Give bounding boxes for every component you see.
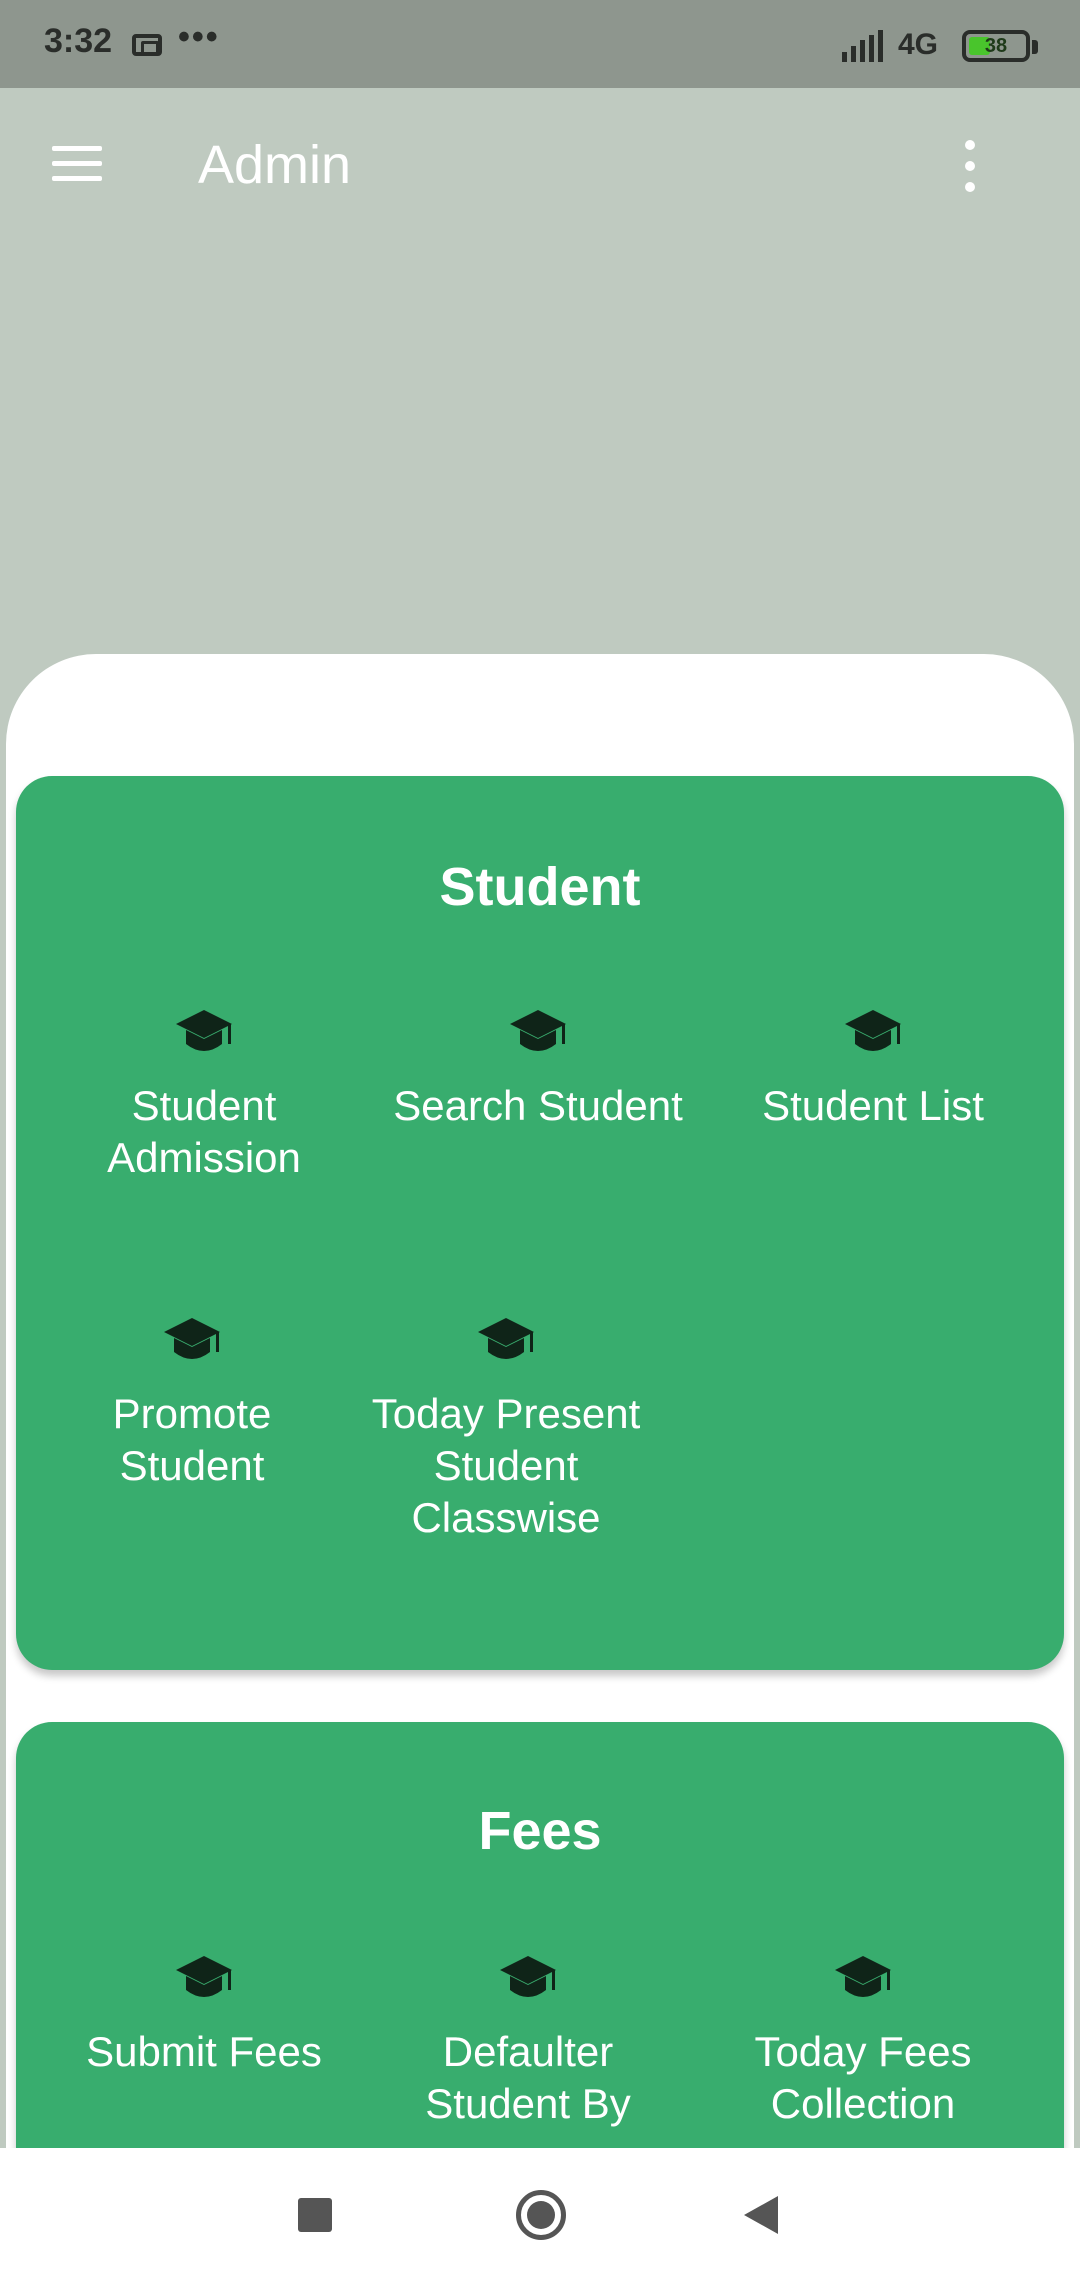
student-section-card: Student Student Admission Search Student… bbox=[16, 776, 1064, 1670]
hamburger-menu-icon[interactable] bbox=[52, 146, 102, 182]
item-label: Student List bbox=[762, 1082, 984, 1129]
item-label: Today Fees Collection bbox=[754, 2028, 972, 2127]
today-fees-collection-button[interactable]: Today Fees Collection bbox=[713, 1954, 1013, 2130]
signal-strength-icon bbox=[842, 30, 883, 62]
battery-percentage: 38 bbox=[984, 35, 1008, 57]
graduation-cap-icon bbox=[176, 1956, 232, 1997]
student-list-button[interactable]: Student List bbox=[713, 1008, 1033, 1132]
defaulter-student-button[interactable]: Defaulter Student By bbox=[378, 1954, 678, 2130]
battery-icon: 38 bbox=[962, 30, 1030, 62]
sim-card-icon bbox=[132, 34, 162, 56]
today-present-student-classwise-button[interactable]: Today Present Student Classwise bbox=[356, 1316, 656, 1544]
page-title: Admin bbox=[198, 135, 352, 195]
search-student-button[interactable]: Search Student bbox=[378, 1008, 698, 1132]
system-navigation-bar bbox=[0, 2148, 1080, 2280]
graduation-cap-icon bbox=[478, 1318, 534, 1359]
submit-fees-button[interactable]: Submit Fees bbox=[44, 1954, 364, 2078]
more-vertical-icon[interactable] bbox=[958, 140, 982, 192]
item-label: Submit Fees bbox=[86, 2028, 322, 2075]
item-label: Student Admission bbox=[107, 1082, 301, 1181]
recent-apps-icon[interactable] bbox=[280, 2180, 350, 2250]
app-bar: Admin bbox=[0, 88, 1080, 243]
battery-tip bbox=[1032, 40, 1038, 54]
item-label: Promote Student bbox=[112, 1390, 272, 1489]
graduation-cap-icon bbox=[164, 1318, 220, 1359]
item-label: Search Student bbox=[393, 1082, 683, 1129]
graduation-cap-icon bbox=[500, 1956, 556, 1997]
section-title-student: Student bbox=[439, 857, 641, 917]
home-icon[interactable] bbox=[506, 2180, 576, 2250]
graduation-cap-icon bbox=[835, 1956, 891, 1997]
promote-student-button[interactable]: Promote Student bbox=[42, 1316, 342, 1492]
status-time: 3:32 bbox=[44, 22, 113, 60]
back-icon[interactable] bbox=[726, 2180, 796, 2250]
section-title-fees: Fees bbox=[478, 1801, 602, 1861]
network-type: 4G bbox=[898, 28, 939, 61]
item-label: Today Present Student Classwise bbox=[371, 1390, 641, 1541]
more-notifications-icon: ••• bbox=[178, 18, 220, 56]
graduation-cap-icon bbox=[845, 1010, 901, 1051]
student-admission-button[interactable]: Student Admission bbox=[44, 1008, 364, 1184]
graduation-cap-icon bbox=[176, 1010, 232, 1051]
fees-section-card: Fees Submit Fees Defaulter Student By To… bbox=[16, 1722, 1064, 2202]
graduation-cap-icon bbox=[510, 1010, 566, 1051]
item-label: Defaulter Student By bbox=[425, 2028, 631, 2127]
status-bar: 3:32 ••• 4G 38 bbox=[0, 0, 1080, 88]
